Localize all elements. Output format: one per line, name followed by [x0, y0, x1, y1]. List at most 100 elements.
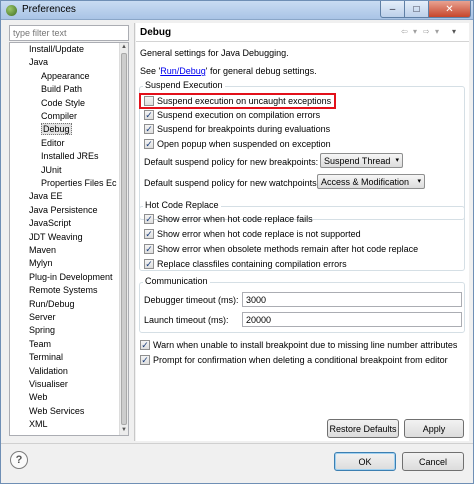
tree-scrollbar[interactable]: ▲ ▼	[119, 43, 128, 435]
checkbox-icon[interactable]: ✓	[144, 229, 154, 239]
tree-item[interactable]: Java	[29, 56, 48, 69]
tree-item[interactable]: Install/Update	[29, 43, 84, 56]
checkbox-icon[interactable]: ✓	[144, 244, 154, 254]
maximize-button[interactable]: □	[405, 1, 429, 18]
tree-item[interactable]: Validation	[29, 365, 68, 378]
hcr-obsolete-methods-checkbox[interactable]: ✓ Show error when obsolete methods remain…	[144, 243, 418, 255]
debugger-timeout-field[interactable]	[242, 292, 462, 307]
tree-item[interactable]: Java Persistence	[29, 204, 98, 217]
suspend-uncaught-checkbox[interactable]: Suspend execution on uncaught exceptions	[144, 95, 331, 107]
back-icon[interactable]: ⇦	[401, 27, 408, 36]
tree-item-label: Mylyn	[29, 258, 53, 269]
tree-item[interactable]: JavaScript	[29, 217, 71, 230]
tree-item[interactable]: Run/Debug	[29, 298, 75, 311]
tree-item-label: Terminal	[29, 352, 64, 363]
tree-item[interactable]: Debug	[41, 123, 72, 136]
preferences-tree: Install/Update Java Appearance Build Path Co…	[9, 42, 129, 436]
tree-item-label: Java	[29, 57, 49, 68]
tree-item-label: Web	[29, 392, 48, 403]
tree-item[interactable]: Mylyn	[29, 257, 53, 270]
checkbox-label: Prompt for confirmation when deleting a …	[153, 355, 448, 365]
forward-menu-icon[interactable]: ▾	[435, 27, 439, 36]
close-button[interactable]: ✕	[429, 1, 471, 18]
checkbox-label: Warn when unable to install breakpoint d…	[153, 340, 458, 350]
tree-item[interactable]: Team	[29, 338, 51, 351]
pane-divider[interactable]	[134, 23, 135, 441]
checkbox-icon[interactable]: ✓	[144, 259, 154, 269]
restore-defaults-button[interactable]: Restore Defaults	[327, 419, 399, 438]
hcr-fails-checkbox[interactable]: ✓ Show error when hot code replace fails	[144, 213, 313, 225]
checkbox-icon[interactable]: ✓	[144, 110, 154, 120]
tree-item-label: Installed JREs	[41, 151, 99, 162]
forward-icon[interactable]: ⇨	[423, 27, 430, 36]
suspend-execution-label: Suspend Execution	[143, 80, 225, 90]
tree-item[interactable]: Plug-in Development	[29, 271, 113, 284]
run-debug-link[interactable]: Run/Debug	[160, 66, 206, 76]
tree-item-label: Visualiser	[29, 379, 68, 389]
page-title: Debug	[140, 27, 172, 38]
tree-item[interactable]: XML	[29, 418, 48, 431]
scrollbar-thumb[interactable]	[121, 53, 127, 425]
tree-item[interactable]: Java EE	[29, 190, 63, 203]
tree-item[interactable]: Terminal	[29, 351, 63, 364]
tree-item[interactable]: JDT Weaving	[29, 231, 83, 244]
tree-item[interactable]: JUnit	[41, 164, 62, 177]
checkbox-icon[interactable]: ✓	[144, 139, 154, 149]
suspend-breakpoints-evaluations-checkbox[interactable]: ✓ Suspend for breakpoints during evaluati…	[144, 123, 330, 135]
scroll-up-arrow-icon[interactable]: ▲	[120, 43, 128, 52]
communication-label: Communication	[143, 276, 210, 286]
checkbox-label: Suspend for breakpoints during evaluatio…	[157, 124, 331, 134]
tree-item-label: JDT Weaving	[29, 231, 83, 242]
title-bar[interactable]: Preferences – □ ✕	[1, 1, 473, 20]
tree-item[interactable]: Code Style	[41, 97, 85, 110]
filter-input[interactable]	[9, 25, 129, 41]
tree-item[interactable]: Properties Files Ec	[41, 177, 117, 190]
watchpoint-policy-select[interactable]: Access & Modification ▾	[317, 174, 425, 189]
checkbox-icon[interactable]: ✓	[140, 355, 150, 365]
tree-item[interactable]: Compiler	[41, 110, 77, 123]
tree-item-label: Run/Debug	[29, 298, 75, 309]
tree-item[interactable]: Build Path	[41, 83, 82, 96]
suspend-compilation-errors-checkbox[interactable]: ✓ Suspend execution on compilation errors	[144, 109, 320, 121]
checkbox-icon[interactable]	[144, 96, 154, 106]
tree-item[interactable]: Maven	[29, 244, 56, 257]
checkbox-icon[interactable]: ✓	[140, 340, 150, 350]
hcr-not-supported-checkbox[interactable]: ✓ Show error when hot code replace is not…	[144, 228, 361, 240]
tree-item[interactable]: Installed JREs	[41, 150, 99, 163]
tree-item[interactable]: Web Services	[29, 405, 84, 418]
help-icon[interactable]: ?	[10, 451, 28, 469]
open-popup-checkbox[interactable]: ✓ Open popup when suspended on exception	[144, 138, 331, 150]
checkbox-label: Show error when obsolete methods remain …	[157, 244, 419, 254]
minimize-button[interactable]: –	[380, 1, 405, 18]
checkbox-label: Suspend execution on uncaught exceptions	[157, 96, 332, 106]
debugger-timeout-label: Debugger timeout (ms):	[144, 295, 239, 305]
chevron-down-icon: ▾	[395, 157, 399, 164]
tree-item[interactable]: Editor	[41, 137, 65, 150]
ok-button[interactable]: OK	[334, 452, 396, 471]
see-run-debug-text: See 'Run/Debug' for general debug settin…	[140, 66, 317, 76]
launch-timeout-field[interactable]	[242, 312, 462, 327]
scroll-down-arrow-icon[interactable]: ▼	[120, 426, 128, 435]
view-menu-icon[interactable]: ▾	[452, 27, 456, 36]
replace-classfiles-checkbox[interactable]: ✓ Replace classfiles containing compilati…	[144, 258, 347, 270]
breakpoint-policy-select[interactable]: Suspend Thread ▾	[320, 153, 403, 168]
tree-item-label: Server	[29, 312, 56, 322]
tree-item[interactable]: Spring	[29, 324, 55, 337]
back-menu-icon[interactable]: ▾	[413, 27, 417, 36]
tree-item[interactable]: Visualiser	[29, 378, 68, 391]
tree-item-label: Validation	[29, 365, 68, 376]
eclipse-icon	[6, 5, 17, 16]
prompt-delete-conditional-checkbox[interactable]: ✓ Prompt for confirmation when deleting a…	[140, 354, 448, 366]
warn-missing-line-numbers-checkbox[interactable]: ✓ Warn when unable to install breakpoint …	[140, 339, 457, 351]
tree-item-label: Maven	[29, 245, 57, 255]
checkbox-label: Show error when hot code replace is not …	[157, 229, 361, 239]
cancel-button[interactable]: Cancel	[402, 452, 464, 471]
checkbox-icon[interactable]: ✓	[144, 124, 154, 134]
checkbox-icon[interactable]: ✓	[144, 214, 154, 224]
tree-item[interactable]: Server	[29, 311, 56, 324]
apply-button[interactable]: Apply	[404, 419, 464, 438]
tree-item[interactable]: Appearance	[41, 70, 90, 83]
tree-item[interactable]: Web	[29, 391, 47, 404]
tree-item[interactable]: Remote Systems	[29, 284, 98, 297]
see-suffix: ' for general debug settings.	[205, 66, 317, 76]
